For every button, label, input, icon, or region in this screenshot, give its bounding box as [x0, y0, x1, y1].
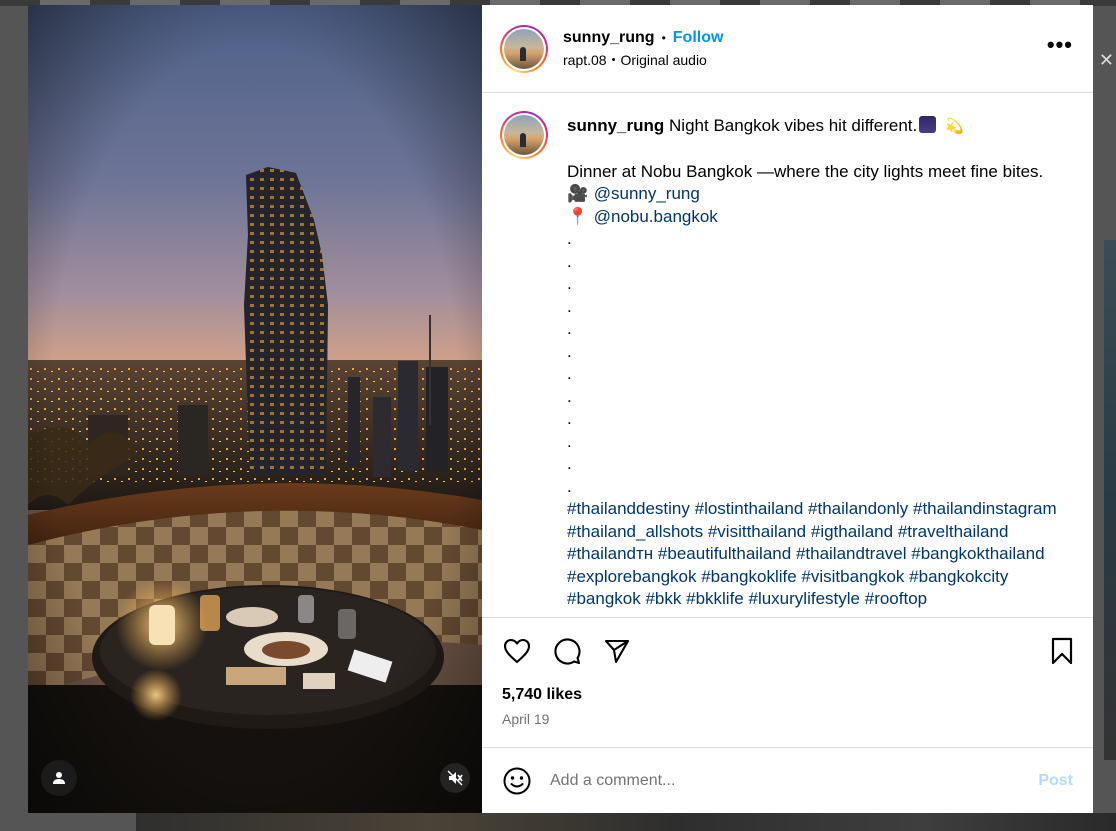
caption-body-line: Dinner at Nobu Bangkok —where the city l…	[567, 161, 1044, 181]
user-tag-icon	[53, 772, 65, 784]
add-comment-bar: Post	[482, 747, 1093, 813]
mention-sunny-rung[interactable]: @sunny_rung	[594, 184, 700, 203]
bookmark-icon	[1051, 637, 1073, 665]
hashtag-link[interactable]: #travelthailand	[898, 522, 1009, 541]
comment-bubble-icon	[554, 638, 581, 665]
caption-text: sunny_rung Night Bangkok vibes hit diffe…	[567, 111, 1077, 617]
hashtag-link[interactable]: #thailandonly	[808, 499, 908, 518]
save-button[interactable]	[1047, 636, 1077, 666]
audio-username[interactable]: rapt.08	[563, 52, 607, 68]
caption-username[interactable]: sunny_rung	[567, 116, 664, 135]
smiley-face-icon	[503, 767, 531, 794]
caption-author-avatar[interactable]	[500, 111, 548, 159]
speaker-muted-icon	[447, 770, 463, 786]
close-icon[interactable]: ✕	[1099, 50, 1114, 71]
audio-label[interactable]: Original audio	[620, 52, 706, 68]
dot-line: .	[567, 341, 572, 361]
hashtag-link[interactable]: #bangkok	[567, 589, 641, 608]
caption-first-line: Night Bangkok vibes hit different.	[669, 116, 918, 135]
hashtag-link[interactable]: #explorebangkok	[567, 567, 696, 586]
hashtag-link[interactable]: #rooftop	[865, 589, 927, 608]
dot-line: .	[567, 229, 572, 248]
round-pushpin-emoji: 📍	[567, 206, 589, 226]
dot-line: .	[567, 431, 572, 451]
likes-count[interactable]: 5,740 likes	[502, 686, 1077, 704]
mention-nobu-bangkok[interactable]: @nobu.bangkok	[594, 207, 718, 226]
like-button[interactable]	[502, 636, 532, 666]
hashtag-link[interactable]: #thailandtravel	[796, 544, 907, 563]
share-button[interactable]	[602, 636, 632, 666]
more-options-button[interactable]: •••	[1043, 32, 1077, 66]
hashtag-link[interactable]: #thailanddestiny	[567, 499, 690, 518]
post-side-panel: sunny_rung • Follow rapt.08 • Original a…	[482, 5, 1093, 813]
hashtag-link[interactable]: #thailand_allshots	[567, 522, 703, 541]
dot-line: .	[567, 251, 572, 271]
more-horizontal-icon: •••	[1046, 31, 1073, 57]
post-comment-button[interactable]: Post	[1038, 772, 1073, 790]
dot-line: .	[567, 386, 572, 406]
dizzy-emoji: 💫	[944, 118, 964, 135]
dot-line: .	[567, 409, 572, 428]
caption-section: sunny_rung Night Bangkok vibes hit diffe…	[482, 93, 1093, 617]
caption-dots: . . . . . . . . . . . .	[567, 228, 1077, 498]
hashtag-link[interactable]: #lostinthailand	[695, 499, 804, 518]
post-date[interactable]: April 19	[502, 711, 1077, 727]
hashtag-link[interactable]: #visitbangkok	[801, 567, 904, 586]
hashtag-link[interactable]: #luxurylifestyle	[749, 589, 861, 608]
dot-line: .	[567, 319, 572, 338]
mute-button[interactable]	[440, 763, 470, 793]
author-avatar[interactable]	[500, 24, 548, 73]
header-separator: •	[661, 31, 666, 45]
hashtag-link[interactable]: #igthailand	[811, 522, 893, 541]
night-city-emoji	[919, 116, 937, 133]
hashtag-link[interactable]: #thailandinstagram	[913, 499, 1057, 518]
emoji-picker-button[interactable]	[502, 766, 532, 796]
movie-camera-emoji: 🎥	[567, 184, 589, 203]
hashtag-list: #thailanddestiny #lostinthailand #thaila…	[567, 498, 1077, 611]
comment-button[interactable]	[552, 636, 582, 666]
paper-plane-icon	[604, 639, 630, 664]
post-header: sunny_rung • Follow rapt.08 • Original a…	[482, 5, 1093, 93]
comment-input[interactable]	[550, 771, 1039, 790]
post-video-frame	[28, 5, 482, 813]
dot-line: .	[567, 454, 572, 473]
hashtag-link[interactable]: #bkk	[645, 589, 681, 608]
follow-button[interactable]: Follow	[673, 29, 724, 47]
dot-line: .	[567, 274, 572, 293]
hashtag-link[interactable]: #bangkokcity	[909, 567, 1008, 586]
author-username[interactable]: sunny_rung	[563, 29, 655, 47]
hashtag-link[interactable]: #bangkoklife	[701, 567, 796, 586]
dot-line: .	[567, 476, 572, 496]
actions-section: 5,740 likes April 19	[482, 617, 1093, 747]
hashtag-link[interactable]: #visitthailand	[708, 522, 806, 541]
post-media[interactable]	[28, 5, 482, 813]
heart-icon	[503, 638, 531, 664]
background-thumbnails-bottom	[136, 813, 1116, 831]
background-thumbnail-right	[1104, 240, 1116, 760]
hashtag-link[interactable]: #thailandтн	[567, 544, 653, 563]
hashtag-link[interactable]: #beautifulthailand	[658, 544, 791, 563]
post-modal: sunny_rung • Follow rapt.08 • Original a…	[28, 5, 1093, 813]
user-tag-button[interactable]	[41, 760, 77, 796]
hashtag-link[interactable]: #bangkokthailand	[911, 544, 1044, 563]
dot-line: .	[567, 364, 572, 383]
audio-separator: •	[611, 54, 616, 66]
hashtag-link[interactable]: #bkklife	[686, 589, 744, 608]
dot-line: .	[567, 296, 572, 316]
